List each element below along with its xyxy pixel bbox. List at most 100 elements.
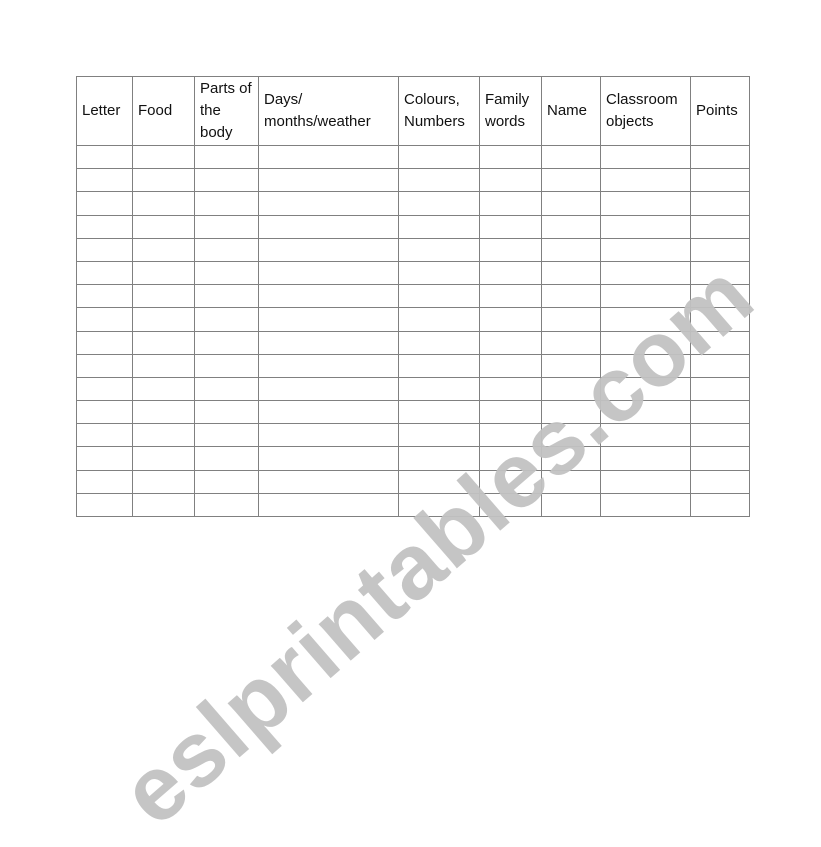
table-cell (76, 400, 133, 425)
table-cell (132, 191, 195, 216)
table-cell (479, 168, 542, 193)
table-cell (258, 469, 399, 494)
table-cell (76, 353, 133, 378)
table-cell (76, 168, 133, 193)
table-cell (479, 284, 542, 309)
header-food: Food (132, 76, 195, 146)
table-cell (194, 214, 259, 239)
table-cell (132, 144, 195, 170)
table-cell (398, 330, 480, 355)
table-cell (541, 307, 601, 332)
table-cell (258, 284, 399, 309)
table-cell (132, 492, 195, 518)
table-cell (132, 168, 195, 193)
table-cell (541, 284, 601, 309)
table-cell (132, 260, 195, 286)
table-cell (76, 214, 133, 239)
table-cell (194, 376, 259, 402)
table-row (76, 446, 750, 471)
table-cell (258, 260, 399, 286)
table-cell (132, 400, 195, 425)
table-cell (398, 284, 480, 309)
table-cell (600, 191, 691, 216)
table-cell (76, 144, 133, 170)
table-cell (258, 237, 399, 262)
table-cell (132, 214, 195, 239)
table-cell (76, 191, 133, 216)
table-cell (258, 376, 399, 402)
table-cell (132, 284, 195, 309)
header-row: Letter Food Parts of the body Days/ mont… (76, 76, 750, 146)
table-cell (398, 260, 480, 286)
table-row (76, 214, 750, 239)
table-cell (541, 191, 601, 216)
table-cell (479, 214, 542, 239)
table-cell (132, 237, 195, 262)
table-row (76, 260, 750, 286)
table-cell (194, 330, 259, 355)
table-cell (76, 376, 133, 402)
table-row (76, 168, 750, 193)
table-cell (398, 423, 480, 448)
table-cell (194, 469, 259, 494)
table-cell (600, 492, 691, 518)
table-cell (76, 492, 133, 518)
header-family-words: Family words (479, 76, 542, 146)
table-cell (258, 168, 399, 193)
header-days-months-weather: Days/ months/weather (258, 76, 399, 146)
table-cell (398, 376, 480, 402)
table-cell (258, 353, 399, 378)
table-cell (600, 168, 691, 193)
table-cell (398, 191, 480, 216)
table-cell (479, 144, 542, 170)
table-cell (690, 191, 750, 216)
table-cell (76, 284, 133, 309)
table-cell (690, 469, 750, 494)
table-cell (258, 492, 399, 518)
table-cell (398, 214, 480, 239)
table-cell (258, 330, 399, 355)
table-cell (398, 353, 480, 378)
table-cell (258, 400, 399, 425)
header-classroom-objects: Classroom objects (600, 76, 691, 146)
table-cell (76, 446, 133, 471)
table-cell (541, 237, 601, 262)
table-cell (398, 307, 480, 332)
table-cell (690, 446, 750, 471)
table-cell (541, 168, 601, 193)
table-cell (132, 376, 195, 402)
table-cell (194, 284, 259, 309)
table-cell (398, 168, 480, 193)
table-cell (258, 191, 399, 216)
table-cell (690, 423, 750, 448)
table-cell (541, 260, 601, 286)
table-cell (690, 144, 750, 170)
table-row (76, 191, 750, 216)
header-letter: Letter (76, 76, 133, 146)
table-cell (76, 469, 133, 494)
header-parts-of-body: Parts of the body (194, 76, 259, 146)
table-cell (132, 446, 195, 471)
table-cell (479, 260, 542, 286)
table-cell (194, 307, 259, 332)
table-cell (600, 469, 691, 494)
table-cell (258, 446, 399, 471)
table-cell (258, 144, 399, 170)
table-row (76, 469, 750, 494)
table-cell (194, 492, 259, 518)
table-cell (600, 144, 691, 170)
table-cell (690, 400, 750, 425)
header-colours-numbers: Colours, Numbers (398, 76, 480, 146)
table-cell (132, 469, 195, 494)
table-row (76, 144, 750, 170)
table-cell (479, 237, 542, 262)
table-cell (132, 353, 195, 378)
table-cell (479, 353, 542, 378)
table-cell (76, 237, 133, 262)
table-cell (258, 307, 399, 332)
table-cell (398, 144, 480, 170)
table-cell (541, 144, 601, 170)
table-cell (690, 214, 750, 239)
table-cell (258, 423, 399, 448)
table-cell (194, 144, 259, 170)
